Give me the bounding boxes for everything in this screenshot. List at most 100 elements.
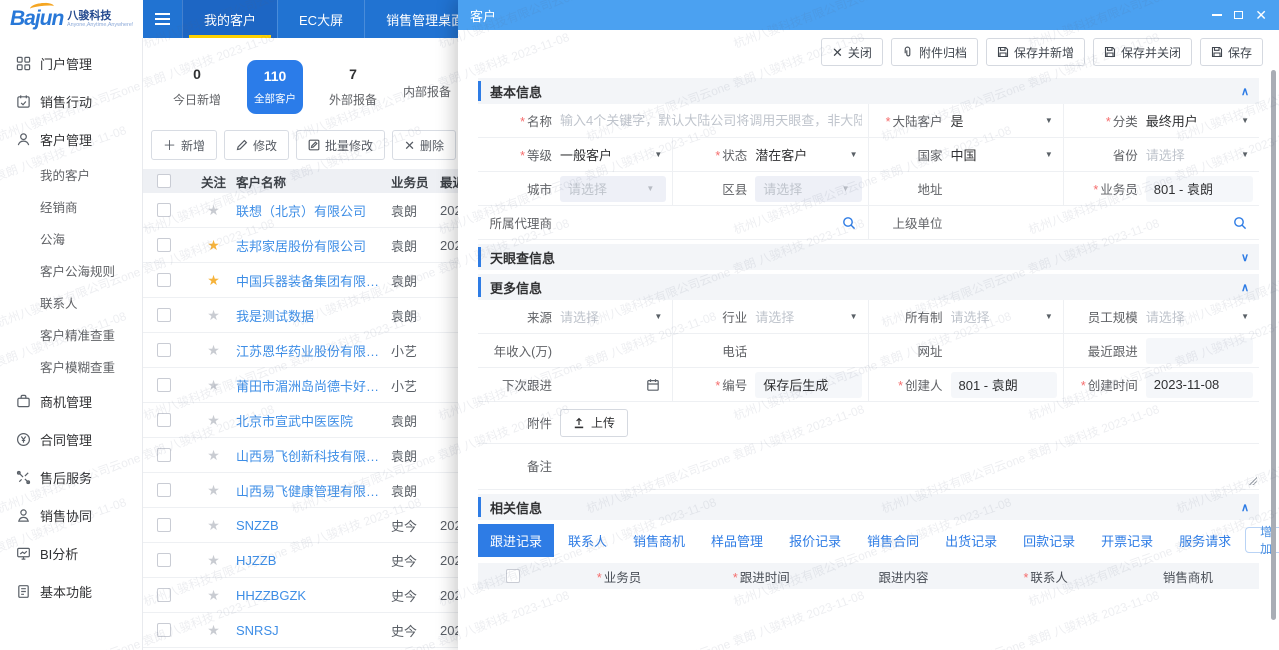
stat-internal-filing[interactable]: 内部报备 bbox=[403, 74, 451, 100]
sidebar-sub-distributors[interactable]: 经销商 bbox=[0, 190, 142, 222]
status-select[interactable]: 潜在客户▼ bbox=[755, 145, 861, 164]
parent-unit-lookup[interactable] bbox=[951, 216, 1254, 230]
delete-button[interactable]: ✕删除 bbox=[392, 130, 456, 160]
tab-service-requests[interactable]: 服务请求 bbox=[1167, 524, 1243, 557]
staff-size-select[interactable]: 请选择▼ bbox=[1146, 307, 1253, 326]
sidebar-sub-exact-dedupe[interactable]: 客户精准查重 bbox=[0, 318, 142, 350]
collapse-chevron-icon[interactable]: ∧ bbox=[1241, 85, 1249, 98]
nav-tab-my-customers[interactable]: 我的客户 bbox=[182, 0, 277, 38]
ownership-select[interactable]: 请选择▼ bbox=[951, 307, 1057, 326]
star-icon[interactable]: ★ bbox=[207, 237, 220, 254]
collapse-chevron-icon[interactable]: ∧ bbox=[1241, 281, 1249, 294]
customer-name-link[interactable]: 山西易飞健康管理有限公司 bbox=[236, 481, 391, 500]
tab-contracts[interactable]: 销售合同 bbox=[855, 524, 931, 557]
save-and-close-button[interactable]: 保存并关闭 bbox=[1093, 38, 1192, 66]
sidebar-item-contract[interactable]: 合同管理 bbox=[0, 420, 142, 458]
resize-grip[interactable] bbox=[1248, 476, 1257, 485]
select-all-checkbox[interactable] bbox=[157, 174, 171, 188]
category-select[interactable]: 最终用户▼ bbox=[1146, 111, 1253, 130]
row-checkbox[interactable] bbox=[157, 203, 171, 217]
sidebar-item-portal[interactable]: 门户管理 bbox=[0, 44, 142, 82]
tab-shipments[interactable]: 出货记录 bbox=[933, 524, 1009, 557]
row-checkbox[interactable] bbox=[157, 553, 171, 567]
star-icon[interactable]: ★ bbox=[207, 377, 220, 394]
save-button[interactable]: 保存 bbox=[1200, 38, 1263, 66]
save-and-new-button[interactable]: 保存并新增 bbox=[986, 38, 1085, 66]
search-icon[interactable] bbox=[842, 216, 856, 230]
sidebar-sub-pool-rules[interactable]: 客户公海规则 bbox=[0, 254, 142, 286]
star-icon[interactable]: ★ bbox=[207, 307, 220, 324]
star-icon[interactable]: ★ bbox=[207, 202, 220, 219]
row-checkbox[interactable] bbox=[157, 308, 171, 322]
mainland-select[interactable]: 是▼ bbox=[951, 111, 1057, 130]
sidebar-item-after-sales[interactable]: 售后服务 bbox=[0, 458, 142, 496]
customer-name-link[interactable]: HHZZBGZK bbox=[236, 588, 391, 603]
customer-name-link[interactable]: HJZZB bbox=[236, 553, 391, 568]
sidebar-item-opportunity[interactable]: 商机管理 bbox=[0, 382, 142, 420]
annual-income-input[interactable] bbox=[560, 343, 666, 358]
sidebar-sub-contacts[interactable]: 联系人 bbox=[0, 286, 142, 318]
row-checkbox[interactable] bbox=[157, 483, 171, 497]
address-input[interactable] bbox=[951, 181, 1057, 196]
tab-contacts[interactable]: 联系人 bbox=[556, 524, 619, 557]
row-checkbox[interactable] bbox=[157, 343, 171, 357]
sidebar-item-basic[interactable]: 基本功能 bbox=[0, 572, 142, 610]
tab-payments[interactable]: 回款记录 bbox=[1011, 524, 1087, 557]
star-icon[interactable]: ★ bbox=[207, 482, 220, 499]
stat-all-customers[interactable]: 110 全部客户 bbox=[247, 60, 303, 114]
row-checkbox[interactable] bbox=[157, 588, 171, 602]
close-icon[interactable]: ✕ bbox=[1255, 8, 1267, 22]
remark-textarea[interactable] bbox=[560, 450, 1253, 486]
stat-external-filing[interactable]: 7 外部报备 bbox=[329, 66, 377, 108]
customer-name-link[interactable]: 中国兵器装备集团有限公司 bbox=[236, 271, 391, 290]
sidebar-item-sales-collab[interactable]: 销售协同 bbox=[0, 496, 142, 534]
agent-lookup[interactable] bbox=[560, 216, 862, 230]
tab-quotes[interactable]: 报价记录 bbox=[777, 524, 853, 557]
minimize-icon[interactable] bbox=[1212, 14, 1222, 16]
sidebar-sub-fuzzy-dedupe[interactable]: 客户模糊查重 bbox=[0, 350, 142, 382]
hamburger-menu-icon[interactable] bbox=[143, 0, 182, 38]
industry-select[interactable]: 请选择▼ bbox=[755, 307, 861, 326]
scrollbar-thumb[interactable] bbox=[1271, 70, 1276, 620]
district-select[interactable]: 请选择▼ bbox=[755, 176, 861, 202]
tab-follow-records[interactable]: 跟进记录 bbox=[478, 524, 554, 557]
sidebar-item-sales-action[interactable]: 销售行动 bbox=[0, 82, 142, 120]
country-select[interactable]: 中国▼ bbox=[951, 145, 1057, 164]
name-input[interactable] bbox=[560, 113, 862, 128]
customer-name-link[interactable]: 莆田市湄洲岛尚德卡好网络... bbox=[236, 376, 391, 395]
add-button[interactable]: ＋新增 bbox=[151, 130, 217, 160]
next-follow-datepicker[interactable] bbox=[560, 378, 666, 392]
star-icon[interactable]: ★ bbox=[207, 447, 220, 464]
row-checkbox[interactable] bbox=[157, 238, 171, 252]
star-icon[interactable]: ★ bbox=[207, 517, 220, 534]
province-select[interactable]: 请选择▼ bbox=[1146, 145, 1253, 164]
nav-tab-ec-screen[interactable]: EC大屏 bbox=[277, 0, 364, 38]
row-checkbox[interactable] bbox=[157, 413, 171, 427]
tab-samples[interactable]: 样品管理 bbox=[699, 524, 775, 557]
batch-edit-button[interactable]: 批量修改 bbox=[296, 130, 385, 160]
customer-name-link[interactable]: SNRSJ bbox=[236, 623, 391, 638]
star-icon[interactable]: ★ bbox=[207, 587, 220, 604]
row-checkbox[interactable] bbox=[157, 518, 171, 532]
customer-name-link[interactable]: SNZZB bbox=[236, 518, 391, 533]
maximize-icon[interactable] bbox=[1234, 11, 1243, 19]
star-icon[interactable]: ★ bbox=[207, 412, 220, 429]
sidebar-sub-my-customers[interactable]: 我的客户 bbox=[0, 158, 142, 190]
collapse-chevron-icon[interactable]: ∧ bbox=[1241, 501, 1249, 514]
star-icon[interactable]: ★ bbox=[207, 622, 220, 639]
salesperson-value[interactable]: 801 - 袁朗 bbox=[1146, 176, 1253, 202]
sidebar-item-customer-mgmt[interactable]: 客户管理 bbox=[0, 120, 142, 158]
expand-chevron-icon[interactable]: ∨ bbox=[1241, 251, 1249, 264]
row-checkbox[interactable] bbox=[157, 448, 171, 462]
related-select-all-checkbox[interactable] bbox=[506, 569, 520, 583]
customer-name-link[interactable]: 联想（北京）有限公司 bbox=[236, 201, 391, 220]
sidebar-item-bi[interactable]: BI分析 bbox=[0, 534, 142, 572]
sidebar-sub-public-pool[interactable]: 公海 bbox=[0, 222, 142, 254]
row-checkbox[interactable] bbox=[157, 378, 171, 392]
star-icon[interactable]: ★ bbox=[207, 342, 220, 359]
edit-button[interactable]: 修改 bbox=[224, 130, 289, 160]
row-checkbox[interactable] bbox=[157, 273, 171, 287]
tab-invoices[interactable]: 开票记录 bbox=[1089, 524, 1165, 557]
customer-name-link[interactable]: 我是测试数据 bbox=[236, 306, 391, 325]
star-icon[interactable]: ★ bbox=[207, 272, 220, 289]
